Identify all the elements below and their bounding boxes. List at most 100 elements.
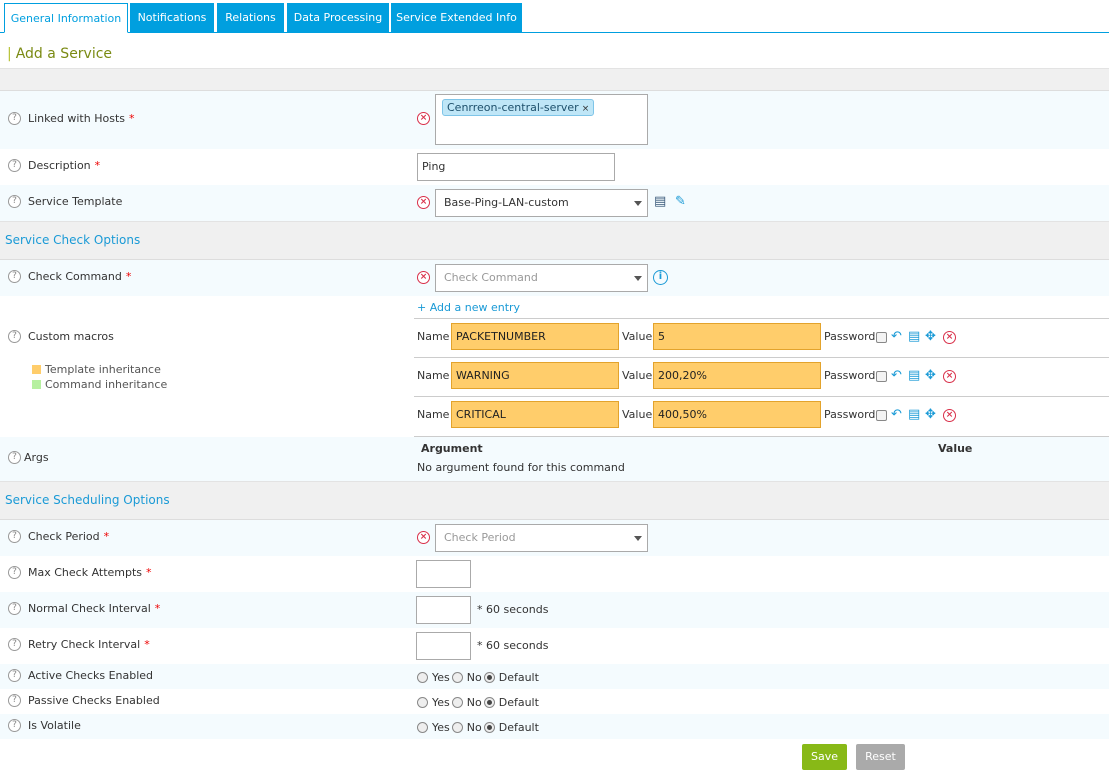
tab-general-information[interactable]: General Information [4, 3, 128, 33]
active-checks-radios: Yes No Default [417, 671, 541, 684]
macro-password-label: Password [824, 330, 876, 343]
tab-notifications[interactable]: Notifications [130, 3, 214, 32]
max-attempts-input[interactable] [416, 560, 471, 588]
save-button[interactable]: Save [802, 744, 847, 770]
clear-template-icon[interactable]: × [417, 196, 430, 209]
help-icon[interactable]: ? [8, 330, 21, 343]
radio-default[interactable] [483, 722, 495, 733]
macro-value-input[interactable]: 400,50% [653, 401, 821, 428]
description-icon[interactable]: ▤ [908, 408, 920, 421]
radio-yes[interactable] [417, 722, 428, 733]
linked-hosts-select[interactable]: Cenrreon-central-server × [435, 94, 648, 145]
is-volatile-radios: Yes No Default [417, 721, 541, 734]
password-checkbox[interactable] [876, 332, 887, 343]
move-icon[interactable]: ✥ [925, 369, 936, 382]
tab-relations[interactable]: Relations [217, 3, 284, 32]
retry-interval-label: ? Retry Check Interval * [8, 638, 150, 651]
help-icon[interactable]: ? [8, 669, 21, 682]
revert-icon[interactable]: ↶ [891, 369, 902, 382]
macro-divider [414, 396, 1109, 397]
macro-password-label: Password [824, 369, 876, 382]
legend-template: Template inheritance [45, 363, 161, 376]
description-label: ? Description * [8, 159, 100, 172]
normal-interval-label: ? Normal Check Interval * [8, 602, 160, 615]
help-icon[interactable]: ? [8, 566, 21, 579]
row-normal-interval [0, 592, 1109, 628]
check-command-select[interactable]: Check Command [435, 264, 648, 292]
password-checkbox[interactable] [876, 371, 887, 382]
tab-data-processing[interactable]: Data Processing [287, 3, 389, 32]
radio-yes[interactable] [417, 697, 428, 708]
move-icon[interactable]: ✥ [925, 408, 936, 421]
help-icon[interactable]: ? [8, 530, 21, 543]
page-title-text: Add a Service [15, 46, 113, 62]
macro-name-input[interactable]: WARNING [451, 362, 619, 389]
retry-interval-input[interactable] [416, 632, 471, 660]
help-icon[interactable]: ? [8, 602, 21, 615]
revert-icon[interactable]: ↶ [891, 330, 902, 343]
legend-command: Command inheritance [45, 378, 168, 391]
macro-divider [414, 357, 1109, 358]
description-icon[interactable]: ▤ [908, 369, 920, 382]
macro-name-label: Name [417, 330, 450, 343]
reset-button[interactable]: Reset [856, 744, 905, 770]
check-period-select[interactable]: Check Period [435, 524, 648, 552]
active-checks-label: ? Active Checks Enabled [8, 669, 153, 682]
help-icon[interactable]: ? [8, 159, 21, 172]
linked-hosts-label: ? Linked with Hosts * [8, 112, 135, 125]
macro-value-label: Value [622, 408, 653, 421]
clear-period-icon[interactable]: × [417, 531, 430, 544]
help-icon[interactable]: ? [8, 694, 21, 707]
macro-password-label: Password [824, 408, 876, 421]
template-swatch [32, 365, 41, 374]
delete-macro-icon[interactable]: × [943, 409, 956, 422]
edit-template-icon[interactable]: ✎ [675, 195, 686, 208]
help-icon[interactable]: ? [8, 112, 21, 125]
host-tag: Cenrreon-central-server × [442, 99, 595, 116]
info-icon[interactable]: i [653, 270, 668, 285]
help-icon[interactable]: ? [8, 719, 21, 732]
radio-default[interactable] [483, 672, 495, 683]
args-empty-text: No argument found for this command [417, 461, 625, 474]
normal-interval-input[interactable] [416, 596, 471, 624]
macro-value-input[interactable]: 5 [653, 323, 821, 350]
password-checkbox[interactable] [876, 410, 887, 421]
delete-macro-icon[interactable]: × [943, 331, 956, 344]
form-header-band [0, 68, 1109, 91]
section-check-options-title: Service Check Options [5, 233, 141, 247]
tab-service-extended-info[interactable]: Service Extended Info [391, 3, 522, 32]
help-icon[interactable]: ? [8, 270, 21, 283]
description-input[interactable]: Ping [417, 153, 615, 181]
row-active-checks [0, 664, 1109, 689]
service-template-select[interactable]: Base-Ping-LAN-custom [435, 189, 648, 217]
command-swatch [32, 380, 41, 389]
delete-macro-icon[interactable]: × [943, 370, 956, 383]
section-check-options [0, 221, 1109, 260]
args-col-argument: Argument [421, 442, 483, 455]
page-title: | Add a Service [7, 46, 113, 62]
max-attempts-label: ? Max Check Attempts * [8, 566, 152, 579]
radio-no[interactable] [451, 722, 463, 733]
help-icon[interactable]: ? [8, 638, 21, 651]
add-new-entry-link[interactable]: + Add a new entry [417, 301, 520, 314]
move-icon[interactable]: ✥ [925, 330, 936, 343]
macro-name-input[interactable]: CRITICAL [451, 401, 619, 428]
help-icon[interactable]: ? [8, 195, 21, 208]
radio-default[interactable] [483, 697, 495, 708]
macro-name-input[interactable]: PACKETNUMBER [451, 323, 619, 350]
remove-tag-icon[interactable]: × [582, 104, 590, 114]
clear-command-icon[interactable]: × [417, 271, 430, 284]
check-period-label: ? Check Period * [8, 530, 109, 543]
radio-no[interactable] [451, 697, 463, 708]
help-icon[interactable]: ? [8, 451, 21, 464]
inheritance-legend: Template inheritance Command inheritance [22, 352, 169, 400]
macro-divider [414, 318, 1109, 319]
revert-icon[interactable]: ↶ [891, 408, 902, 421]
retry-interval-unit: * 60 seconds [477, 639, 549, 652]
description-icon[interactable]: ▤ [908, 330, 920, 343]
radio-no[interactable] [451, 672, 463, 683]
macro-value-input[interactable]: 200,20% [653, 362, 821, 389]
radio-yes[interactable] [417, 672, 428, 683]
clear-hosts-icon[interactable]: × [417, 112, 430, 125]
view-template-icon[interactable]: ▤ [654, 195, 666, 208]
